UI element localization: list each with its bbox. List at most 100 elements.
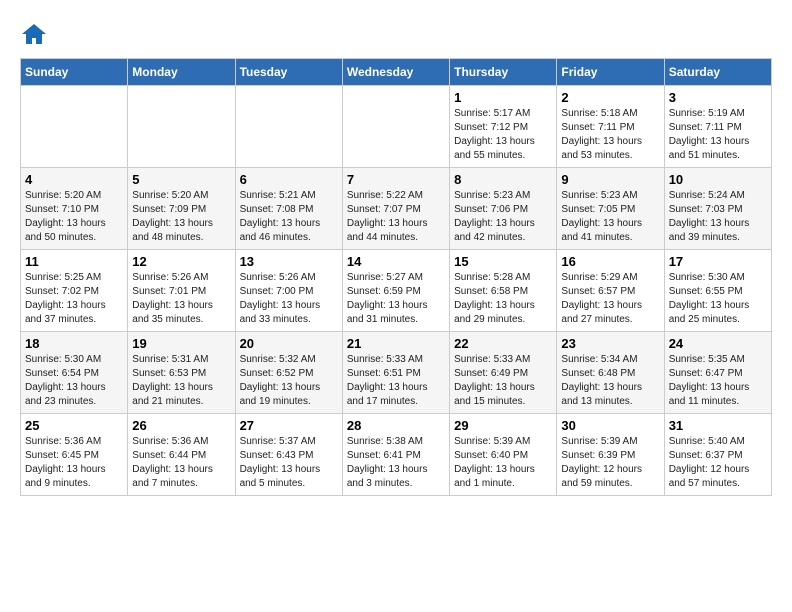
calendar-cell: 18Sunrise: 5:30 AMSunset: 6:54 PMDayligh… [21, 332, 128, 414]
day-info: Sunrise: 5:20 AMSunset: 7:10 PMDaylight:… [25, 189, 123, 245]
calendar-cell: 22 Sunrise: 5:33 AMSunset: 6:49 PMDayligh… [450, 332, 557, 414]
logo-icon [20, 20, 48, 48]
calendar-cell: 3 Sunrise: 5:19 AMSunset: 7:11 PMDaylight… [664, 86, 771, 168]
day-number: 6 [240, 172, 338, 187]
weekday-header-friday: Friday [557, 59, 664, 86]
day-number: 17 [669, 254, 767, 269]
day-info: Sunrise: 5:21 AMSunset: 7:08 PMDaylight:… [240, 189, 338, 245]
calendar-cell: 28 Sunrise: 5:38 AMSunset: 6:41 PMDayligh… [342, 414, 449, 496]
day-info: Sunrise: 5:24 AMSunset: 7:03 PMDaylight:… [669, 189, 767, 245]
day-info: Sunrise: 5:28 AMSunset: 6:58 PMDaylight:… [454, 271, 552, 327]
day-info: Sunrise: 5:30 AMSunset: 6:55 PMDaylight:… [669, 271, 767, 327]
day-info: Sunrise: 5:32 AMSunset: 6:52 PMDaylight:… [240, 353, 338, 409]
weekday-header-tuesday: Tuesday [235, 59, 342, 86]
day-info: Sunrise: 5:35 AMSunset: 6:47 PMDaylight:… [669, 353, 767, 409]
day-info: Sunrise: 5:20 AMSunset: 7:09 PMDaylight:… [132, 189, 230, 245]
calendar-cell: 7 Sunrise: 5:22 AMSunset: 7:07 PMDaylight… [342, 168, 449, 250]
day-number: 26 [132, 418, 230, 433]
calendar-cell: 11 Sunrise: 5:25 AMSunset: 7:02 PMDayligh… [21, 250, 128, 332]
calendar-cell: 16 Sunrise: 5:29 AMSunset: 6:57 PMDayligh… [557, 250, 664, 332]
day-info: Sunrise: 5:39 AMSunset: 6:40 PMDaylight:… [454, 435, 552, 491]
day-info: Sunrise: 5:26 AMSunset: 7:00 PMDaylight:… [240, 271, 338, 327]
day-number: 31 [669, 418, 767, 433]
day-number: 2 [561, 90, 659, 105]
day-info: Sunrise: 5:36 AMSunset: 6:45 PMDaylight:… [25, 435, 123, 491]
day-number: 28 [347, 418, 445, 433]
day-info: Sunrise: 5:33 AMSunset: 6:51 PMDaylight:… [347, 353, 445, 409]
calendar-cell: 29 Sunrise: 5:39 AMSunset: 6:40 PMDayligh… [450, 414, 557, 496]
calendar: SundayMondayTuesdayWednesdayThursdayFrid… [20, 58, 772, 496]
day-number: 22 [454, 336, 552, 351]
calendar-cell: 23Sunrise: 5:34 AMSunset: 6:48 PMDayligh… [557, 332, 664, 414]
day-number: 1 [454, 90, 552, 105]
day-number: 4 [25, 172, 123, 187]
day-number: 5 [132, 172, 230, 187]
day-number: 20 [240, 336, 338, 351]
day-number: 12 [132, 254, 230, 269]
calendar-cell: 12 Sunrise: 5:26 AMSunset: 7:01 PMDayligh… [128, 250, 235, 332]
day-info: Sunrise: 5:18 AMSunset: 7:11 PMDaylight:… [561, 107, 659, 163]
calendar-cell: 31 Sunrise: 5:40 AMSunset: 6:37 PMDayligh… [664, 414, 771, 496]
day-number: 24 [669, 336, 767, 351]
day-info: Sunrise: 5:17 AMSunset: 7:12 PMDaylight:… [454, 107, 552, 163]
day-info: Sunrise: 5:30 AMSunset: 6:54 PMDaylight:… [25, 353, 123, 409]
day-number: 10 [669, 172, 767, 187]
calendar-cell: 20 Sunrise: 5:32 AMSunset: 6:52 PMDayligh… [235, 332, 342, 414]
day-info: Sunrise: 5:22 AMSunset: 7:07 PMDaylight:… [347, 189, 445, 245]
day-info: Sunrise: 5:36 AMSunset: 6:44 PMDaylight:… [132, 435, 230, 491]
day-info: Sunrise: 5:25 AMSunset: 7:02 PMDaylight:… [25, 271, 123, 327]
day-number: 25 [25, 418, 123, 433]
calendar-cell: 10 Sunrise: 5:24 AMSunset: 7:03 PMDayligh… [664, 168, 771, 250]
calendar-week-4: 18Sunrise: 5:30 AMSunset: 6:54 PMDayligh… [21, 332, 772, 414]
day-info: Sunrise: 5:33 AMSunset: 6:49 PMDaylight:… [454, 353, 552, 409]
weekday-header-sunday: Sunday [21, 59, 128, 86]
weekday-header-wednesday: Wednesday [342, 59, 449, 86]
calendar-cell: 8 Sunrise: 5:23 AMSunset: 7:06 PMDaylight… [450, 168, 557, 250]
calendar-week-2: 4 Sunrise: 5:20 AMSunset: 7:10 PMDaylight… [21, 168, 772, 250]
calendar-cell [21, 86, 128, 168]
calendar-cell: 19 Sunrise: 5:31 AMSunset: 6:53 PMDayligh… [128, 332, 235, 414]
calendar-cell: 21 Sunrise: 5:33 AMSunset: 6:51 PMDayligh… [342, 332, 449, 414]
day-number: 15 [454, 254, 552, 269]
calendar-cell: 2 Sunrise: 5:18 AMSunset: 7:11 PMDaylight… [557, 86, 664, 168]
header [20, 20, 772, 48]
calendar-week-1: 1 Sunrise: 5:17 AMSunset: 7:12 PMDaylight… [21, 86, 772, 168]
day-number: 29 [454, 418, 552, 433]
calendar-cell: 4 Sunrise: 5:20 AMSunset: 7:10 PMDaylight… [21, 168, 128, 250]
day-number: 13 [240, 254, 338, 269]
calendar-cell: 27 Sunrise: 5:37 AMSunset: 6:43 PMDayligh… [235, 414, 342, 496]
day-info: Sunrise: 5:31 AMSunset: 6:53 PMDaylight:… [132, 353, 230, 409]
day-number: 14 [347, 254, 445, 269]
weekday-header-saturday: Saturday [664, 59, 771, 86]
day-number: 3 [669, 90, 767, 105]
day-info: Sunrise: 5:23 AMSunset: 7:06 PMDaylight:… [454, 189, 552, 245]
day-number: 16 [561, 254, 659, 269]
calendar-cell: 15 Sunrise: 5:28 AMSunset: 6:58 PMDayligh… [450, 250, 557, 332]
day-number: 21 [347, 336, 445, 351]
calendar-cell: 9Sunrise: 5:23 AMSunset: 7:05 PMDaylight… [557, 168, 664, 250]
day-info: Sunrise: 5:26 AMSunset: 7:01 PMDaylight:… [132, 271, 230, 327]
calendar-cell: 1 Sunrise: 5:17 AMSunset: 7:12 PMDaylight… [450, 86, 557, 168]
calendar-cell [342, 86, 449, 168]
day-info: Sunrise: 5:27 AMSunset: 6:59 PMDaylight:… [347, 271, 445, 327]
day-info: Sunrise: 5:38 AMSunset: 6:41 PMDaylight:… [347, 435, 445, 491]
day-info: Sunrise: 5:37 AMSunset: 6:43 PMDaylight:… [240, 435, 338, 491]
day-number: 11 [25, 254, 123, 269]
day-number: 30 [561, 418, 659, 433]
day-number: 7 [347, 172, 445, 187]
day-number: 19 [132, 336, 230, 351]
day-info: Sunrise: 5:23 AMSunset: 7:05 PMDaylight:… [561, 189, 659, 245]
day-info: Sunrise: 5:19 AMSunset: 7:11 PMDaylight:… [669, 107, 767, 163]
day-info: Sunrise: 5:40 AMSunset: 6:37 PMDaylight:… [669, 435, 767, 491]
calendar-cell: 24 Sunrise: 5:35 AMSunset: 6:47 PMDayligh… [664, 332, 771, 414]
day-info: Sunrise: 5:29 AMSunset: 6:57 PMDaylight:… [561, 271, 659, 327]
logo [20, 20, 52, 48]
weekday-header-thursday: Thursday [450, 59, 557, 86]
weekday-header-row: SundayMondayTuesdayWednesdayThursdayFrid… [21, 59, 772, 86]
day-number: 27 [240, 418, 338, 433]
day-info: Sunrise: 5:39 AMSunset: 6:39 PMDaylight:… [561, 435, 659, 491]
calendar-cell [128, 86, 235, 168]
calendar-cell: 14 Sunrise: 5:27 AMSunset: 6:59 PMDayligh… [342, 250, 449, 332]
day-number: 8 [454, 172, 552, 187]
calendar-week-3: 11 Sunrise: 5:25 AMSunset: 7:02 PMDayligh… [21, 250, 772, 332]
